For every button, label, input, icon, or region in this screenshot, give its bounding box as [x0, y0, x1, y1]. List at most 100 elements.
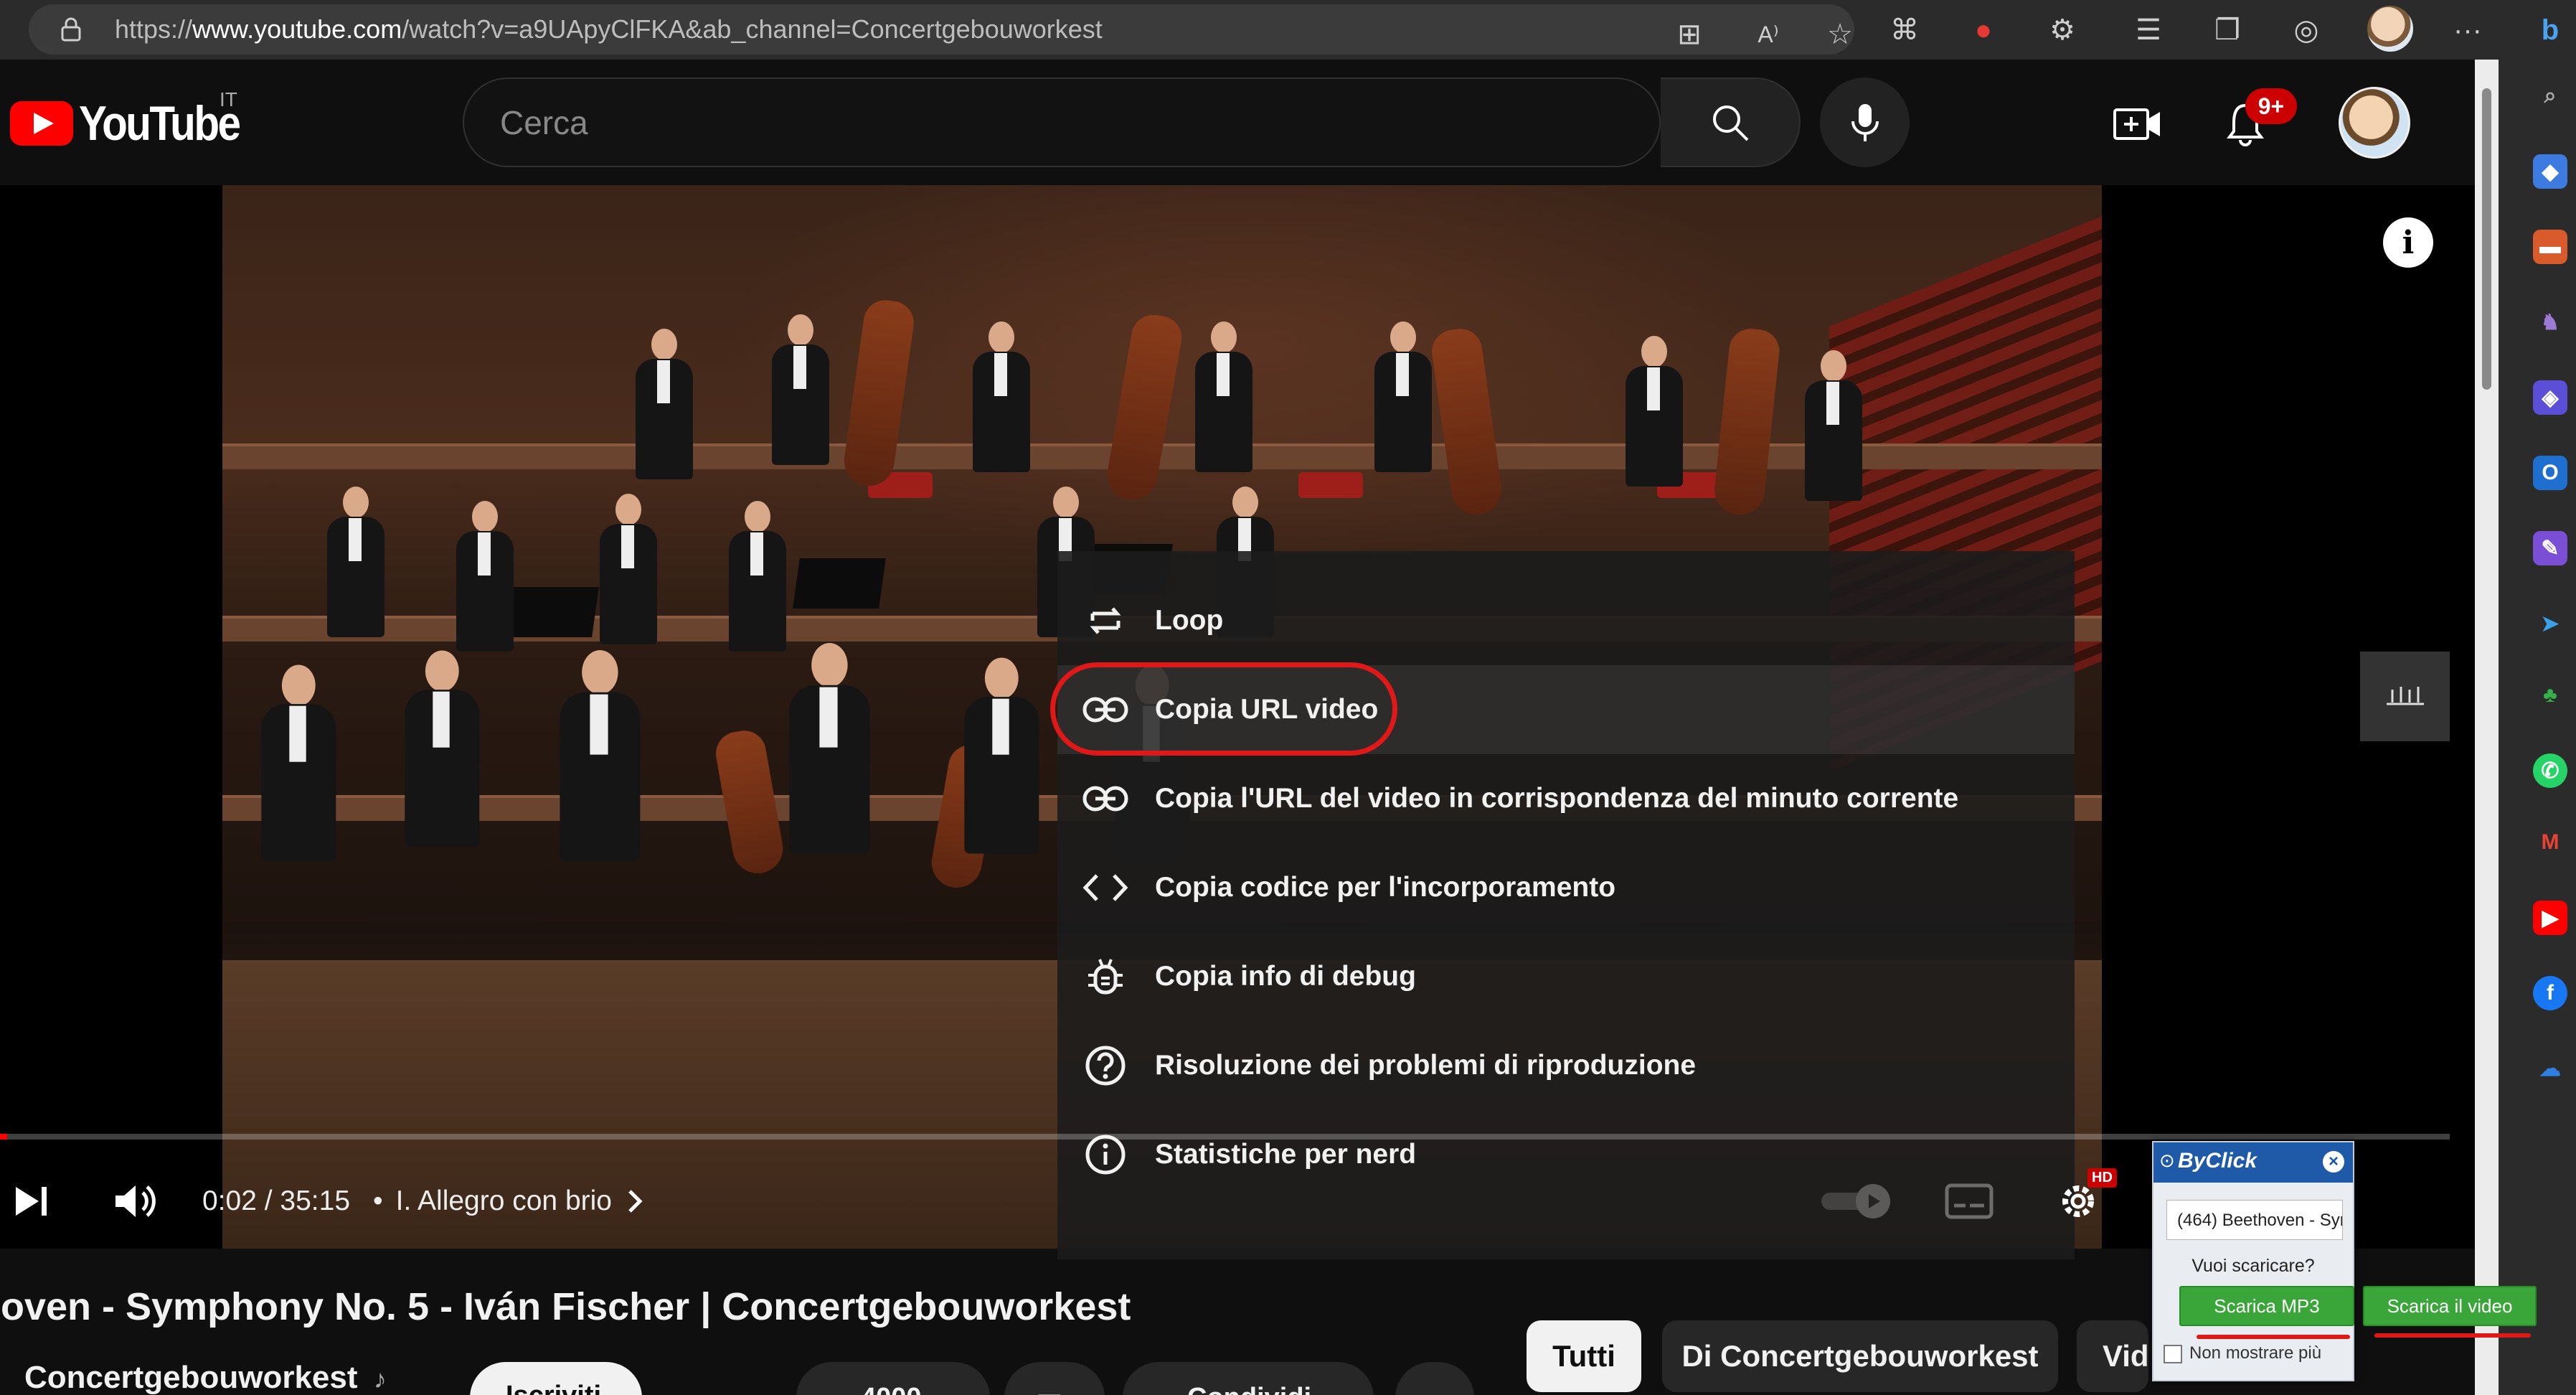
youtube-icon[interactable]: ▶	[2533, 901, 2567, 935]
musician	[323, 487, 387, 637]
info-card-icon[interactable]: i	[2383, 217, 2433, 268]
menu-item-label: Copia l'URL del video in corrispondenza …	[1155, 783, 1959, 814]
page-scrollbar[interactable]	[2475, 60, 2499, 1395]
autoplay-toggle[interactable]	[1818, 1158, 1897, 1244]
video-player[interactable]: i Loop Copia URL video Copia l'URL del v…	[0, 185, 2475, 1259]
menu-item-copy-url[interactable]: Copia URL video	[1050, 662, 2075, 756]
chapter-title[interactable]: • I. Allegro con brio	[373, 1158, 643, 1244]
designer-icon[interactable]: ✎	[2533, 531, 2567, 565]
next-button[interactable]	[10, 1158, 53, 1244]
browser-profile-avatar[interactable]	[2367, 6, 2413, 52]
download-mp3-button[interactable]: Scarica MP3	[2179, 1286, 2354, 1326]
youtube-logo-text[interactable]: YouTube	[79, 95, 241, 151]
channel-label: Concertgebouworkest	[24, 1360, 358, 1395]
facebook-icon[interactable]: f	[2533, 976, 2567, 1010]
chip-channel[interactable]: Di Concertgebouworkest	[1662, 1320, 2058, 1392]
gmail-icon[interactable]: M	[2533, 825, 2567, 860]
volume-button[interactable]	[111, 1158, 161, 1244]
menu-item-copy-embed[interactable]: Copia codice per l'incorporamento	[1057, 843, 2075, 932]
more-menu-icon[interactable]: ···	[2446, 9, 2489, 52]
like-button[interactable]: 4000	[796, 1362, 990, 1395]
app-available-icon[interactable]: ⊞	[1668, 13, 1711, 56]
musician	[256, 664, 340, 861]
search-box[interactable]	[463, 78, 1661, 167]
search-icon[interactable]: ⌕	[2533, 79, 2567, 113]
bing-copilot-icon[interactable]: b	[2529, 9, 2572, 52]
video-add-icon	[2113, 108, 2160, 140]
dont-show-label: Non mostrare più	[2189, 1343, 2322, 1363]
musician	[768, 314, 832, 465]
subscribe-button[interactable]: Iscriviti	[470, 1362, 642, 1395]
voice-search-button[interactable]	[1820, 78, 1910, 167]
telegram-icon[interactable]: ➤	[2533, 606, 2567, 641]
favorites-icon[interactable]: ☰	[2127, 9, 2170, 52]
musician	[783, 643, 874, 854]
musician	[1370, 321, 1435, 472]
musician	[959, 657, 1043, 854]
subtitles-button[interactable]	[1944, 1158, 1994, 1244]
time-display: 0:02 / 35:15	[202, 1185, 351, 1216]
office-icon[interactable]: ◈	[2533, 380, 2567, 415]
user-avatar[interactable]	[2339, 87, 2410, 159]
extensions-icon[interactable]: ⚙	[2041, 9, 2084, 52]
chip-all[interactable]: Tutti	[1527, 1320, 1641, 1392]
byclick-popup: ⊙ ByClick × (464) Beethoven - Symphony N…	[2152, 1141, 2367, 1381]
channel-name[interactable]: Concertgebouworkest ♪	[24, 1360, 387, 1395]
progress-fill	[0, 1134, 8, 1140]
more-actions-button[interactable]	[1395, 1362, 1474, 1395]
menu-item-copy-debug[interactable]: Copia info di debug	[1057, 932, 2075, 1021]
musician	[725, 501, 789, 652]
music-stand	[506, 587, 599, 637]
menu-item-loop[interactable]: Loop	[1057, 576, 2075, 665]
collections-icon[interactable]: ❐	[2206, 9, 2249, 52]
dont-show-checkbox[interactable]	[2164, 1345, 2182, 1363]
tools-briefcase-icon[interactable]: ▬	[2533, 230, 2567, 264]
translate-icon[interactable]: ⌘	[1883, 9, 1926, 52]
shopping-tag-icon[interactable]: ◆	[2533, 154, 2567, 189]
byclick-title: ByClick	[2178, 1149, 2257, 1173]
share-button[interactable]: Condividi	[1123, 1362, 1374, 1395]
scroll-thumb[interactable]	[2482, 88, 2491, 390]
country-code: IT	[220, 88, 237, 111]
musician	[595, 494, 660, 644]
performance-icon[interactable]: ◎	[2285, 9, 2328, 52]
thumbs-down-icon: ▭	[1037, 1382, 1062, 1395]
close-icon[interactable]: ×	[2323, 1151, 2344, 1173]
double-bass	[1712, 327, 1782, 517]
dislike-button[interactable]: ▭	[1004, 1362, 1105, 1395]
address-bar[interactable]: https://www.youtube.com/watch?v=a9UApyCl…	[29, 4, 1854, 55]
share-label: Condividi	[1187, 1383, 1311, 1395]
player-context-menu: Loop Copia URL video Copia l'URL del vid…	[1050, 551, 2075, 1259]
musician	[452, 501, 516, 652]
code-icon	[1080, 863, 1131, 913]
menu-item-troubleshoot[interactable]: Risoluzione dei problemi di riproduzione	[1057, 1021, 2075, 1110]
search-input[interactable]	[500, 79, 1612, 166]
link-icon	[1080, 685, 1131, 735]
download-video-button[interactable]: Scarica il video	[2363, 1286, 2537, 1326]
url-text[interactable]: https://www.youtube.com/watch?v=a9UApyCl…	[115, 14, 1103, 44]
add-favorite-icon[interactable]: ☆	[1818, 13, 1862, 56]
double-bass	[1429, 326, 1505, 518]
games-icon[interactable]: ♞	[2533, 305, 2567, 339]
link-icon	[1080, 774, 1131, 824]
help-icon	[1080, 1041, 1131, 1091]
chip-video[interactable]: Video	[2077, 1320, 2148, 1392]
extension-adblock-icon[interactable]: ●	[1962, 9, 2005, 52]
onedrive-cloud-icon[interactable]: ☁	[2533, 1051, 2567, 1086]
read-aloud-icon[interactable]: A⁾	[1747, 13, 1790, 56]
create-video-button[interactable]	[2109, 95, 2166, 153]
tree-icon[interactable]: ♣	[2533, 678, 2567, 713]
whatsapp-icon[interactable]: ✆	[2533, 753, 2567, 788]
bug-icon	[1080, 952, 1131, 1002]
music-stand	[793, 558, 886, 609]
search-button[interactable]	[1661, 78, 1801, 167]
youtube-logo-icon[interactable]	[10, 101, 73, 146]
outlook-icon[interactable]: O	[2533, 456, 2567, 490]
miniplayer-button[interactable]	[2360, 652, 2450, 741]
volume-icon	[115, 1185, 156, 1217]
menu-item-copy-url-time[interactable]: Copia l'URL del video in corrispondenza …	[1057, 754, 2075, 843]
byclick-logo-icon: ⊙	[2159, 1150, 2175, 1171]
microphone-icon	[1851, 103, 1879, 141]
menu-item-label: Copia URL video	[1155, 694, 1379, 725]
progress-bar[interactable]	[0, 1134, 2450, 1140]
